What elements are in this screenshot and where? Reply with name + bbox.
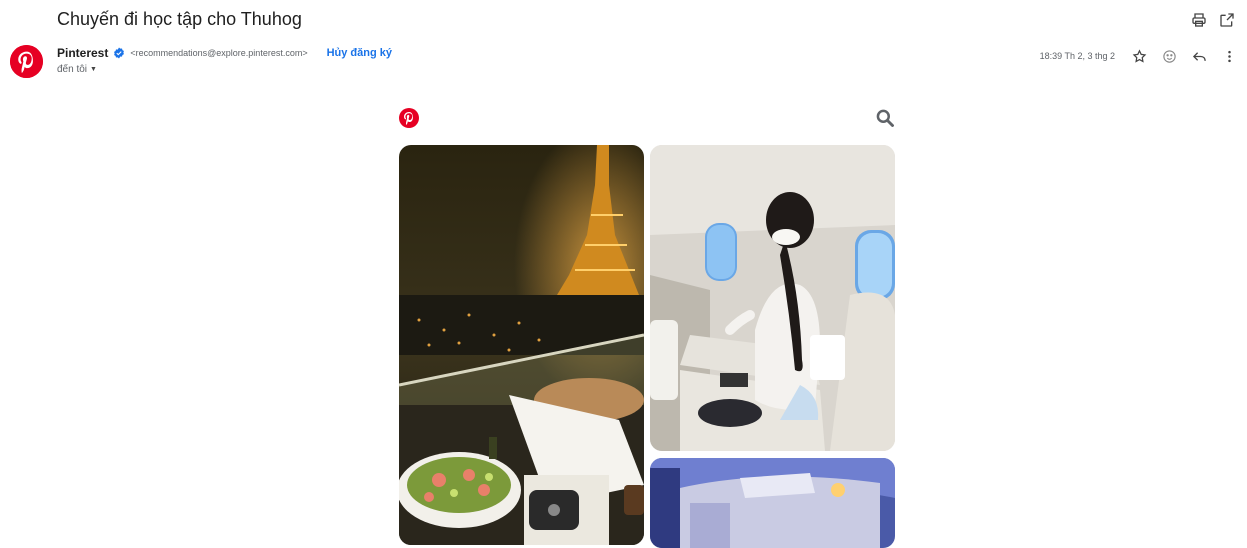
recipients-toggle[interactable]: đến tôi ▼ bbox=[57, 64, 97, 75]
verified-badge-icon bbox=[113, 47, 125, 59]
emoji-icon[interactable] bbox=[1159, 46, 1179, 66]
star-icon[interactable] bbox=[1129, 46, 1149, 66]
print-icon[interactable] bbox=[1189, 10, 1209, 30]
email-subject: Chuyến đi học tập cho Thuhog bbox=[57, 9, 302, 29]
recipients-label: đến tôi bbox=[57, 64, 88, 75]
airplane-window-girl-pin[interactable] bbox=[650, 145, 895, 451]
email-body bbox=[399, 105, 895, 548]
pinterest-logo-icon[interactable] bbox=[399, 108, 419, 128]
sender-email: <recommendations@explore.pinterest.com> bbox=[130, 48, 308, 58]
top-actions bbox=[1189, 10, 1237, 30]
message-actions: 18:39 Th 2, 3 thg 2 bbox=[1040, 46, 1239, 66]
search-icon[interactable] bbox=[875, 108, 895, 128]
airplane-cabin-pin[interactable] bbox=[650, 458, 895, 548]
more-vert-icon[interactable] bbox=[1219, 46, 1239, 66]
sender-line: Pinterest <recommendations@explore.pinte… bbox=[57, 46, 392, 60]
unsubscribe-link[interactable]: Hủy đăng ký bbox=[327, 47, 392, 59]
sender-name[interactable]: Pinterest bbox=[57, 46, 108, 60]
timestamp: 18:39 Th 2, 3 thg 2 bbox=[1039, 51, 1115, 61]
pinterest-logo-icon bbox=[10, 45, 43, 78]
paris-eiffel-dinner-pin[interactable] bbox=[399, 145, 644, 545]
reply-icon[interactable] bbox=[1189, 46, 1209, 66]
chevron-down-icon: ▼ bbox=[90, 66, 97, 73]
sender-avatar bbox=[10, 45, 43, 78]
open-in-new-window-icon[interactable] bbox=[1217, 10, 1237, 30]
